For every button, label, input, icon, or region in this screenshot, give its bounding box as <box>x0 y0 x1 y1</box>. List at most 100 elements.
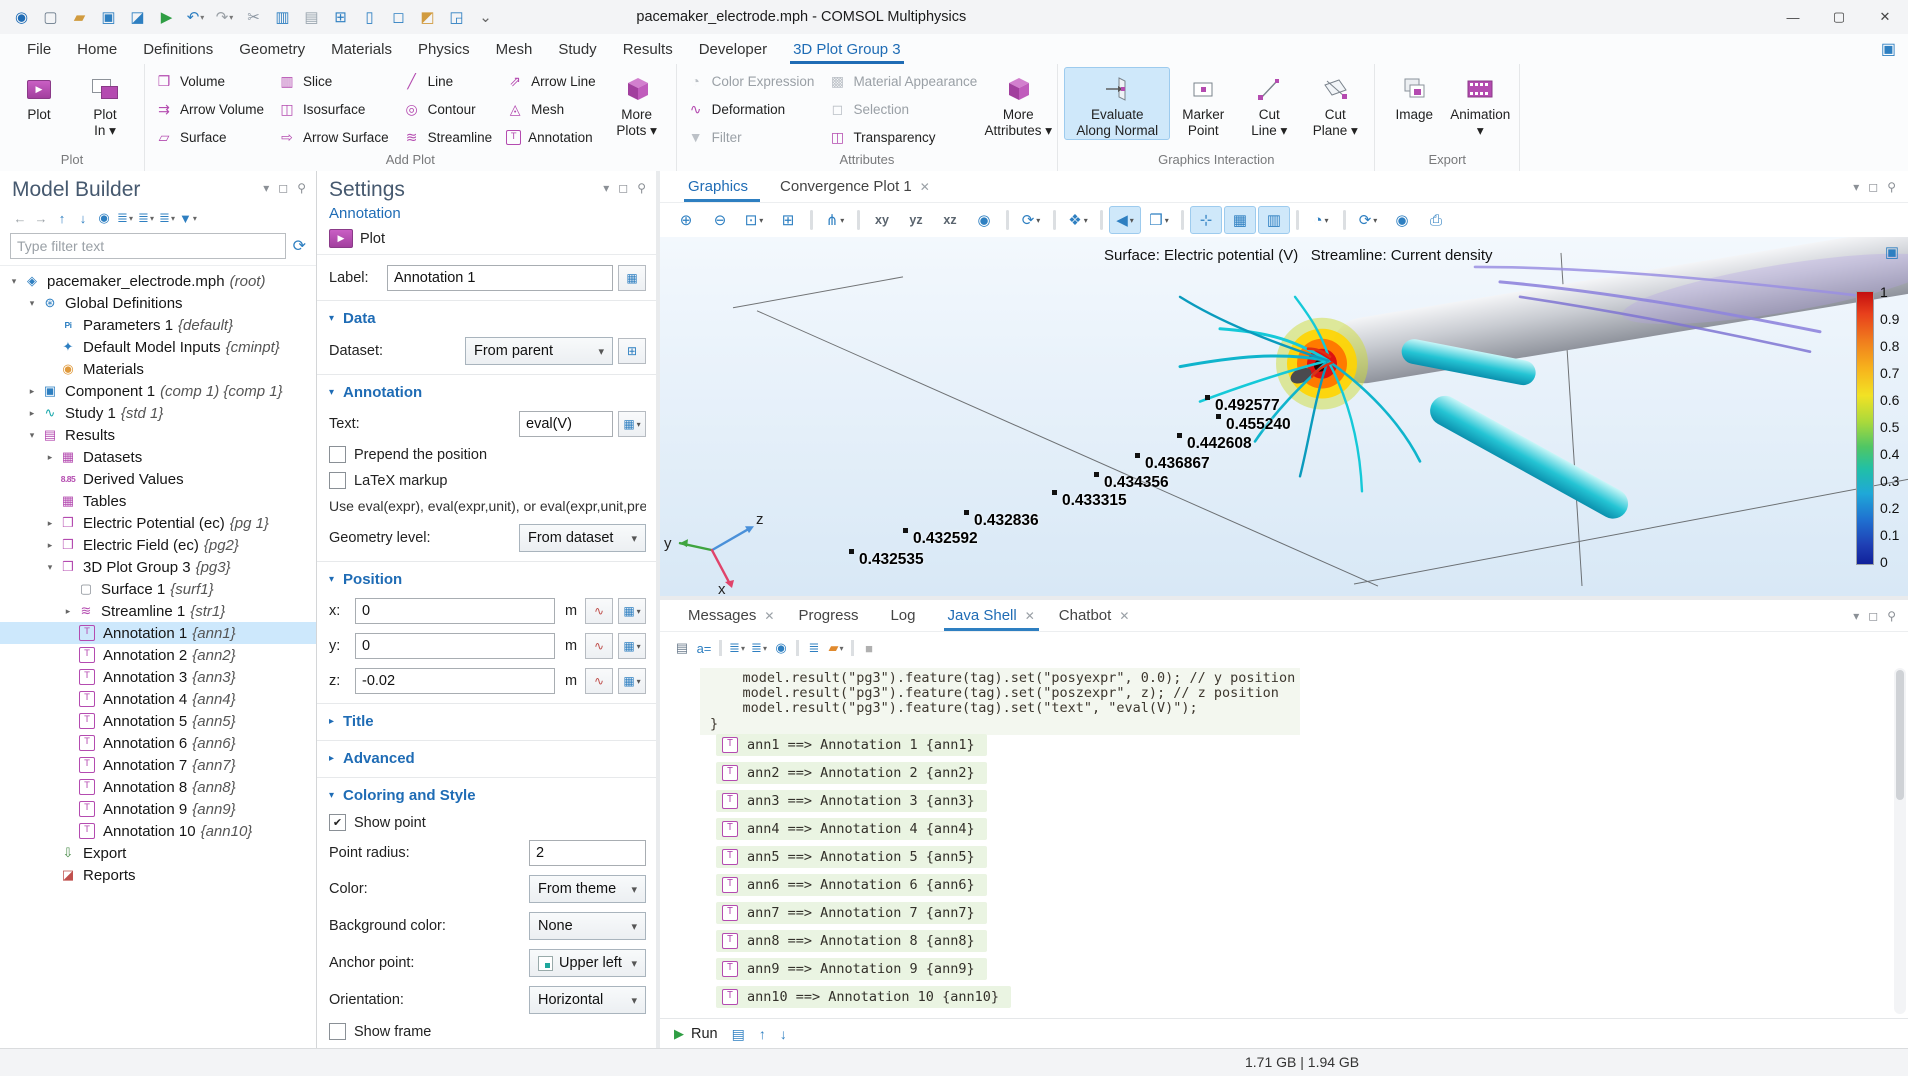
menu-tab[interactable]: Physics <box>405 34 483 64</box>
streamline-item[interactable]: ≋ Streamline <box>399 127 501 147</box>
animation-button[interactable]: Animation▾ <box>1447 67 1513 140</box>
open-icon[interactable]: ▰ <box>66 4 93 30</box>
menu-tab[interactable]: Developer <box>686 34 780 64</box>
indent-less-icon[interactable]: ≣ <box>749 637 769 659</box>
expand-all-icon[interactable]: ≣ <box>136 207 156 229</box>
label-input[interactable] <box>387 265 613 291</box>
tree-expander-icon[interactable]: ▾ <box>6 276 22 287</box>
panel-menu-icon[interactable]: ▾ <box>603 181 609 195</box>
redo-icon[interactable]: ↷ <box>211 4 238 30</box>
tree-item[interactable]: ▸ ❒ Electric Field (ec) {pg2} <box>0 534 316 556</box>
material-appearance-item[interactable]: ▩ Material Appearance <box>824 71 985 91</box>
advanced-section-header[interactable]: ▸ Advanced <box>329 750 646 767</box>
shell-result-row[interactable]: T ann10 ==> Annotation 10 {ann10} <box>716 986 1011 1008</box>
menu-tab[interactable]: Geometry <box>226 34 318 64</box>
copy-output-icon[interactable]: ▤ <box>672 637 692 659</box>
color-legend-icon[interactable]: ▥ <box>1258 206 1290 234</box>
undo-icon[interactable]: ↶ <box>182 4 209 30</box>
toolbar-separator[interactable] <box>1053 210 1056 230</box>
position-input[interactable] <box>355 598 555 624</box>
tree-item[interactable]: ▾ ⊛ Global Definitions <box>0 292 316 314</box>
deformation-item[interactable]: ∿ Deformation <box>683 99 823 119</box>
tree-item[interactable]: ▾ ❒ 3D Plot Group 3 {pg3} <box>0 556 316 578</box>
orientation-select[interactable]: Horizontal <box>529 986 646 1014</box>
panel-menu-icon[interactable]: ▾ <box>1853 180 1859 194</box>
toolbar-separator[interactable] <box>810 210 813 230</box>
shell-result-row[interactable]: T ann6 ==> Annotation 6 {ann6} <box>716 874 1011 896</box>
annotation-text-input[interactable] <box>519 411 613 437</box>
tree-item[interactable]: T Annotation 10 {ann10} <box>0 820 316 842</box>
tree-item[interactable]: ◪ Reports <box>0 864 316 886</box>
rename-button[interactable]: ▦ <box>618 265 646 291</box>
plot-in-button[interactable]: PlotIn ▾ <box>72 67 138 140</box>
clear-console-icon[interactable]: ▰ <box>826 637 846 659</box>
close-tab-icon[interactable]: ✕ <box>1119 609 1129 623</box>
position-input[interactable] <box>355 668 555 694</box>
view-yz-icon[interactable]: yz <box>900 206 932 234</box>
color-expression-item[interactable]: ◔ Color Expression <box>683 71 823 91</box>
line-item[interactable]: ╱ Line <box>399 71 501 91</box>
minimize-button[interactable]: — <box>1770 0 1816 34</box>
shell-result-row[interactable]: T ann5 ==> Annotation 5 {ann5} <box>716 846 1011 868</box>
tree-item[interactable]: ◉ Materials <box>0 358 316 380</box>
isosurface-item[interactable]: ◫ Isosurface <box>274 99 397 119</box>
toolbar-separator[interactable] <box>857 210 860 230</box>
background-color-select[interactable]: None <box>529 912 646 940</box>
title-section-header[interactable]: ▸ Title <box>329 713 646 730</box>
canvas-corner-icon[interactable]: ▣ <box>1885 243 1899 261</box>
menu-tab[interactable]: Mesh <box>483 34 546 64</box>
zoom-box-icon[interactable]: ⊡ <box>738 206 770 234</box>
select-box-icon[interactable]: ◻ <box>385 4 412 30</box>
float-panel-icon[interactable]: ◻ <box>618 181 628 195</box>
help-icon[interactable]: ▣ <box>1881 39 1896 59</box>
vertical-scrollbar[interactable] <box>1894 668 1906 1014</box>
save-icon[interactable]: ▣ <box>95 4 122 30</box>
zoom-in-icon[interactable]: ⊕ <box>670 206 702 234</box>
forward-icon[interactable]: → <box>31 207 51 229</box>
preview-icon[interactable]: ◲ <box>443 4 470 30</box>
history-up-icon[interactable]: ↑ <box>759 1026 766 1042</box>
window-layout-icon[interactable]: ❒ <box>1143 206 1175 234</box>
shell-result-row[interactable]: T ann9 ==> Annotation 9 {ann9} <box>716 958 1011 980</box>
selection-item[interactable]: ◻ Selection <box>824 99 985 119</box>
slice-item[interactable]: ▥ Slice <box>274 71 397 91</box>
tree-expander-icon[interactable]: ▸ <box>42 540 58 551</box>
scrollbar-thumb[interactable] <box>1896 670 1904 800</box>
annotation-item[interactable]: T Annotation <box>502 128 604 147</box>
cut-icon[interactable]: ✂ <box>240 4 267 30</box>
annotation-section-header[interactable]: ▾ Annotation <box>329 384 646 401</box>
transparency-item[interactable]: ◫ Transparency <box>824 127 985 147</box>
tree-item[interactable]: T Annotation 6 {ann6} <box>0 732 316 754</box>
show-grid-icon[interactable]: ▦ <box>1224 206 1256 234</box>
show-axes-icon[interactable]: ⊹ <box>1190 206 1222 234</box>
comsol-logo[interactable]: ◉ <box>8 4 35 30</box>
latex-markup-checkbox[interactable] <box>329 472 346 489</box>
zoom-out-icon[interactable]: ⊖ <box>704 206 736 234</box>
tree-item[interactable]: T Annotation 9 {ann9} <box>0 798 316 820</box>
menu-tab[interactable]: Study <box>545 34 609 64</box>
float-panel-icon[interactable]: ◻ <box>1868 180 1878 194</box>
back-icon[interactable]: ← <box>10 207 30 229</box>
history-down-icon[interactable]: ↓ <box>780 1026 787 1042</box>
toolbar-separator[interactable] <box>851 640 854 656</box>
volume-item[interactable]: ❒ Volume <box>151 71 272 91</box>
toolbar-separator[interactable] <box>1343 210 1346 230</box>
tree-expander-icon[interactable]: ▾ <box>24 430 40 441</box>
expression-menu-button[interactable]: ▦ <box>618 598 646 624</box>
tree-expander-icon[interactable]: ▾ <box>24 298 40 309</box>
view-xy-icon[interactable]: xy <box>866 206 898 234</box>
snapshot-icon[interactable]: ◉ <box>1386 206 1418 234</box>
save-as-icon[interactable]: ◪ <box>124 4 151 30</box>
duplicate-icon[interactable]: ⊞ <box>327 4 354 30</box>
toolbar-separator[interactable] <box>796 640 799 656</box>
show-hidden-icon[interactable]: ◉ <box>771 637 791 659</box>
tree-item[interactable]: T Annotation 3 {ann3} <box>0 666 316 688</box>
mesh-item[interactable]: ◬ Mesh <box>502 99 604 119</box>
show-frame-row[interactable]: Show frame <box>329 1023 646 1040</box>
expression-menu-button[interactable]: ▦ <box>618 668 646 694</box>
position-input[interactable] <box>355 633 555 659</box>
cut-line-button[interactable]: CutLine ▾ <box>1236 67 1302 140</box>
geometry-level-select[interactable]: From dataset <box>519 524 646 552</box>
tree-expander-icon[interactable]: ▸ <box>60 606 76 617</box>
pin-panel-icon[interactable]: ⚲ <box>1887 180 1896 194</box>
